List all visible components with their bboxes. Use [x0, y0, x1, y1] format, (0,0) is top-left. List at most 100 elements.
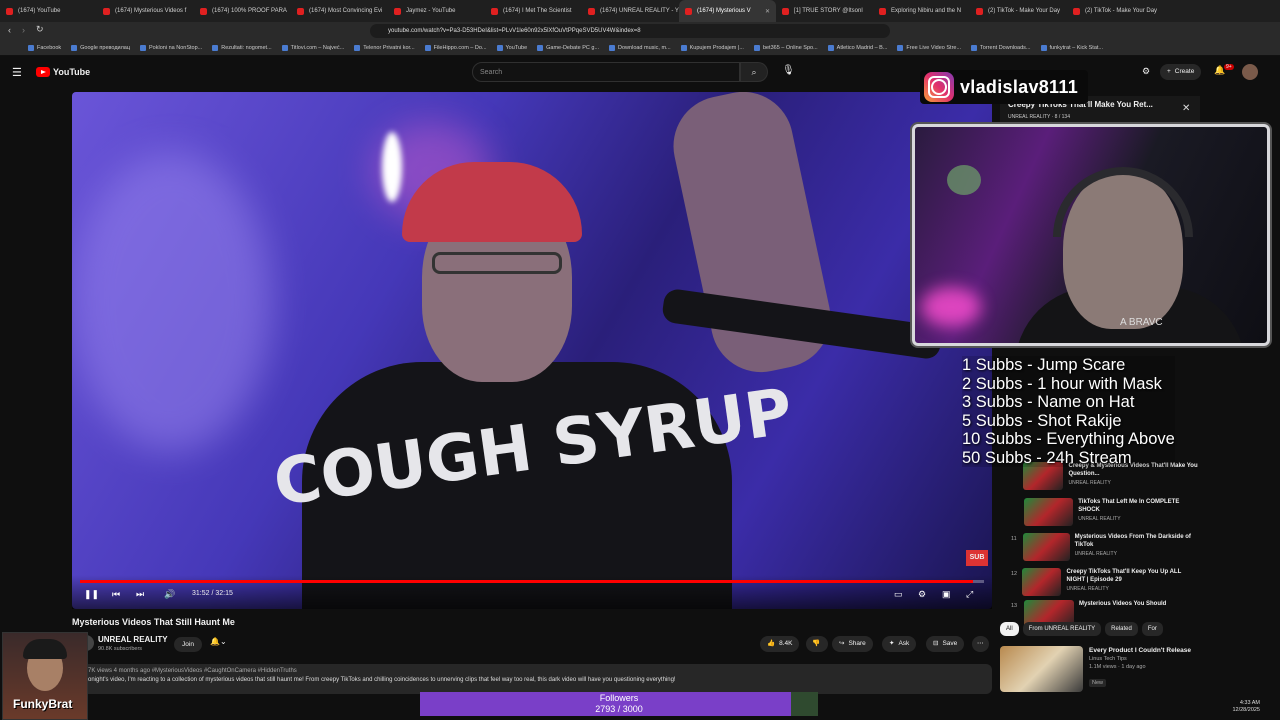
youtube-logo[interactable]: YouTube: [36, 67, 90, 77]
dislike-button[interactable]: 👎: [806, 636, 828, 652]
url-field[interactable]: youtube.com/watch?v=Pa3-D53HDeI&list=PLv…: [370, 24, 890, 38]
tab-title: (1674) YouTube: [18, 8, 61, 14]
bookmark-favicon-icon: [971, 44, 978, 51]
browser-tab[interactable]: (1674) 100% PROOF PARA: [194, 0, 291, 22]
join-button[interactable]: Join: [174, 637, 202, 652]
close-icon[interactable]: ✕: [1182, 103, 1190, 114]
microphone-icon[interactable]: 🎙: [782, 65, 795, 76]
subscriber-count: 90.8K subscribers: [98, 646, 143, 652]
next-icon[interactable]: ⏭: [136, 589, 144, 600]
browser-tab[interactable]: (1674) Mysterious Videos f: [97, 0, 194, 22]
recommended-title[interactable]: Every Product I Couldn't Release: [1089, 646, 1191, 655]
fullscreen-icon[interactable]: ⤢: [966, 589, 973, 600]
bookmark-item[interactable]: FileHippo.com – Do...: [424, 44, 487, 51]
like-button[interactable]: 👍 8.4K: [760, 636, 800, 652]
cam-shirt-text: A BRAVC: [1120, 317, 1163, 328]
playlist-item-channel: UNREAL REALITY: [1074, 551, 1117, 557]
playlist-item[interactable]: TikToks That Left Me In COMPLETE SHOCK UN…: [1011, 498, 1201, 532]
menu-icon[interactable]: ☰: [12, 66, 22, 79]
playlist-item-channel: UNREAL REALITY: [1078, 516, 1121, 522]
chip-from-unreal-reality[interactable]: From UNREAL REALITY: [1022, 622, 1102, 636]
miniplayer-icon[interactable]: ▣: [942, 589, 951, 600]
tab-favicon-icon: [588, 7, 595, 15]
tab-title: Exploring Nibiru and the N: [891, 8, 962, 14]
streamer-facecam: FunkyBrat: [2, 632, 88, 720]
volume-icon[interactable]: 🔊: [164, 589, 175, 600]
bookmark-item[interactable]: Atletico Madrid – B...: [827, 44, 888, 51]
browser-tab[interactable]: (1674) Most Convincing Evi: [291, 0, 388, 22]
browser-tab[interactable]: (1674) UNREAL REALITY - Y: [582, 0, 679, 22]
youtube-logo-text: YouTube: [53, 67, 91, 77]
settings-icon[interactable]: ⚙: [918, 589, 926, 600]
playlist-item[interactable]: 12 Creepy TikToks That'll Keep You Up ALL…: [1011, 568, 1201, 602]
more-options-icon[interactable]: ⋯: [972, 636, 989, 652]
account-avatar[interactable]: [1242, 64, 1258, 80]
browser-tab[interactable]: (2) TikTok - Make Your Day: [970, 0, 1067, 22]
browser-tab[interactable]: [1] TRUE STORY @Itsonl: [776, 0, 873, 22]
previous-icon[interactable]: ⏮: [112, 589, 120, 600]
playlist-index: 12: [1011, 571, 1018, 577]
sub-badge[interactable]: SUB: [966, 550, 988, 566]
browser-tab[interactable]: (1674) I Met The Scientist: [485, 0, 582, 22]
bookmark-item[interactable]: bet365 – Online Spo...: [753, 44, 818, 51]
channel-name[interactable]: UNREAL REALITY: [98, 635, 168, 644]
bookmark-label: Pokloni na NonStop...: [149, 44, 203, 51]
goal-item: 10 Subbs - Everything Above: [962, 430, 1175, 448]
playlist-thumbnail[interactable]: [1023, 498, 1074, 526]
description-box[interactable]: 7K views 4 months ago #MysteriousVideos …: [72, 664, 992, 694]
browser-tab[interactable]: Jaymez - YouTube: [388, 0, 485, 22]
bookmark-item[interactable]: Titlovi.com – Najveć...: [281, 44, 344, 51]
share-button[interactable]: ↪ Share: [832, 636, 873, 652]
pause-icon[interactable]: ❚❚: [84, 589, 99, 600]
captions-icon[interactable]: ▭: [894, 589, 903, 600]
bookmark-item[interactable]: Kupujem Prodajem |...: [680, 44, 744, 51]
progress-bar[interactable]: [80, 580, 984, 583]
followers-count: 2793 / 3000: [595, 704, 643, 714]
instagram-icon: [924, 72, 954, 102]
goal-item: 3 Subbs - Name on Hat: [962, 393, 1135, 411]
playlist-thumbnail[interactable]: [1022, 568, 1062, 596]
bookmark-label: Atletico Madrid – B...: [836, 44, 888, 51]
search-input[interactable]: Search: [472, 62, 740, 82]
chip-for[interactable]: For: [1141, 622, 1163, 636]
followers-goal-bar: Followers 2793 / 3000: [420, 692, 818, 716]
bookmark-item[interactable]: Game-Debate PC g...: [537, 44, 599, 51]
browser-tab[interactable]: (1674) Mysterious V ✕: [679, 0, 776, 22]
bookmark-item[interactable]: funkytrat – Kick Stat...: [1040, 44, 1103, 51]
playlist-item[interactable]: Creepy & Mysterious Videos That'll Make …: [1011, 462, 1201, 496]
tab-title: (1674) UNREAL REALITY - Y: [600, 8, 679, 14]
ask-button[interactable]: ✦ Ask: [882, 636, 917, 652]
recommended-video[interactable]: Every Product I Couldn't Release Linus T…: [1000, 646, 1270, 692]
player-controls: ❚❚ ⏮ ⏭ 🔊 31:52 / 32:15 ▭ ⚙ ▣ ⤢: [72, 575, 992, 609]
recommended-channel[interactable]: Linus Tech Tips: [1089, 655, 1191, 663]
bookmark-item[interactable]: Google преводилац: [71, 44, 130, 51]
cast-icon[interactable]: ⚙: [1142, 66, 1150, 77]
playlist-thumbnail[interactable]: [1023, 533, 1070, 561]
recommended-thumbnail[interactable]: [1000, 646, 1083, 692]
create-button[interactable]: + Create: [1160, 64, 1202, 80]
sub-goals-list: 1 Subbs - Jump Scare 2 Subbs - 1 hour wit…: [962, 356, 1175, 467]
reload-icon[interactable]: ↻: [36, 24, 44, 35]
chip-all[interactable]: All: [1000, 622, 1019, 636]
back-icon[interactable]: ‹: [8, 25, 11, 35]
chip-related[interactable]: Related: [1105, 622, 1138, 636]
bookmark-item[interactable]: Facebook: [28, 44, 61, 51]
video-player[interactable]: COUGH SYRUP SUB: [72, 92, 992, 609]
bookmark-item[interactable]: Rezultati: nogomet...: [212, 44, 272, 51]
forward-icon[interactable]: ›: [22, 25, 25, 35]
bell-icon[interactable]: 🔔⌄: [210, 637, 227, 646]
browser-tab[interactable]: (1674) YouTube: [0, 0, 97, 22]
bookmark-item[interactable]: Torrent Downloads...: [971, 44, 1031, 51]
search-icon[interactable]: ⌕: [740, 62, 768, 82]
browser-tab[interactable]: Exploring Nibiru and the N: [873, 0, 970, 22]
save-button[interactable]: ⊟ Save: [926, 636, 965, 652]
bookmark-item[interactable]: Telenor Privatni kor...: [354, 44, 415, 51]
playlist-item[interactable]: 11 Mysterious Videos From The Darkside of…: [1011, 533, 1201, 567]
bookmark-item[interactable]: Free Live Video Stre...: [897, 44, 961, 51]
bookmark-item[interactable]: YouTube: [496, 44, 527, 51]
browser-tab[interactable]: (2) TikTok - Make Your Day: [1067, 0, 1164, 22]
playlist-index: [1011, 498, 1019, 532]
bookmark-item[interactable]: Download music, m...: [609, 44, 671, 51]
close-tab-icon[interactable]: ✕: [765, 8, 770, 15]
bookmark-item[interactable]: Pokloni na NonStop...: [140, 44, 203, 51]
